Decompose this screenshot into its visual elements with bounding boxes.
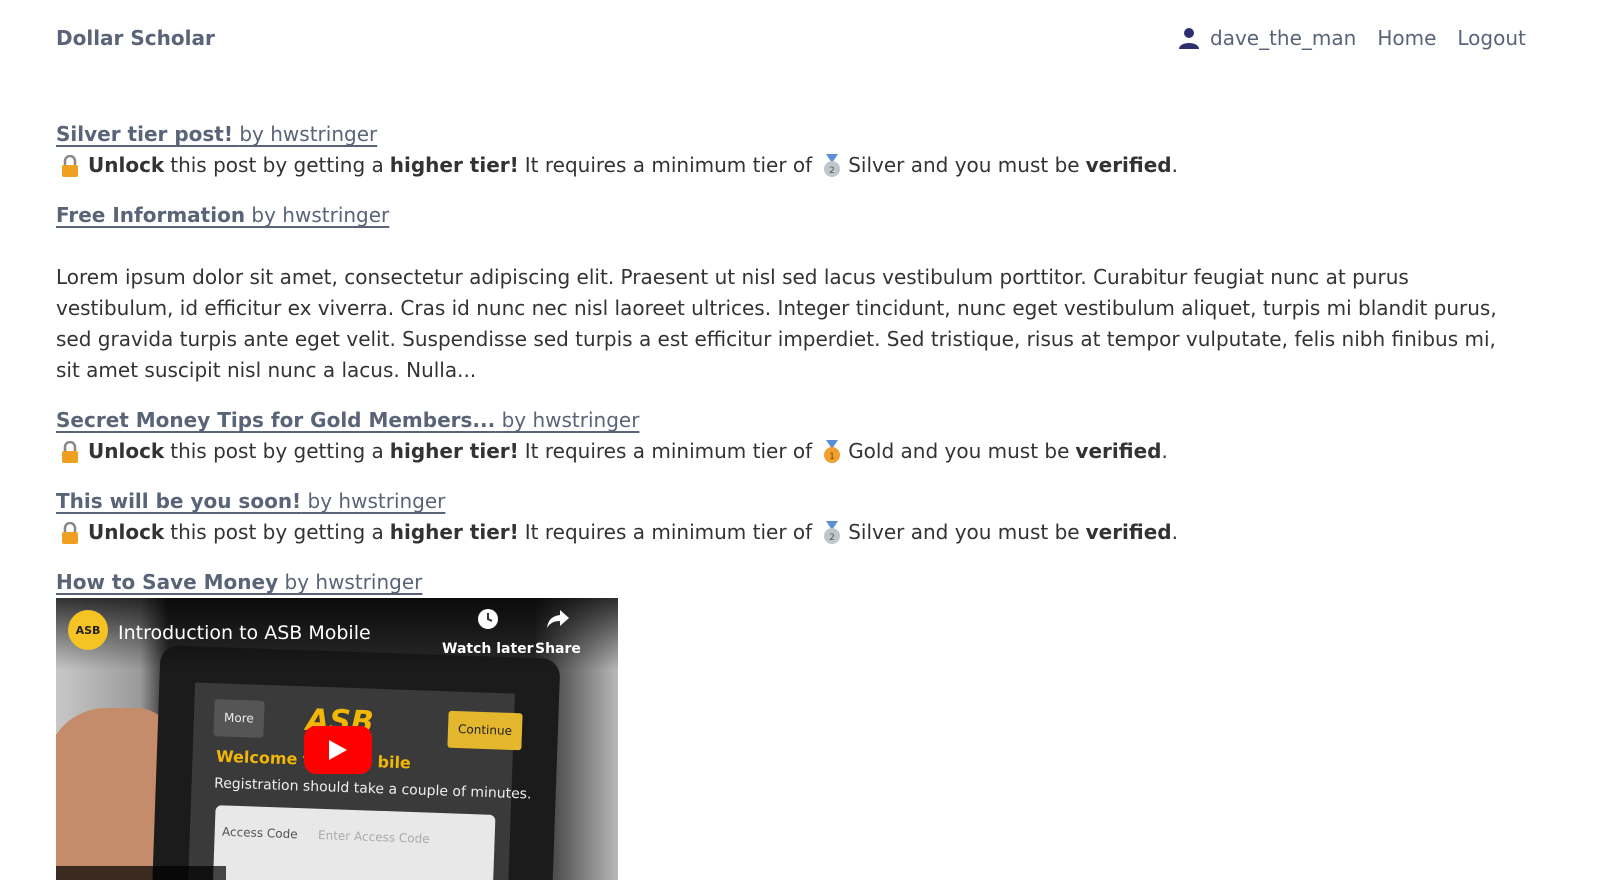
post-title: Silver tier post! [56, 122, 233, 146]
post-author: by hwstringer [284, 570, 423, 594]
period: . [1171, 520, 1178, 544]
period: . [1161, 439, 1168, 463]
notice-text: It requires a minimum tier of [524, 520, 813, 544]
locked-notice: Unlock this post by getting a higher tie… [56, 517, 1516, 548]
post-author: by hwstringer [251, 203, 390, 227]
svg-text:2: 2 [829, 166, 835, 176]
share-icon [546, 610, 569, 628]
verified-label: verified [1075, 439, 1162, 463]
post-title: This will be you soon! [56, 489, 302, 513]
post-item: Secret Money Tips for Gold Members... by… [56, 405, 1516, 467]
post-item: Free Information by hwstringer Lorem ips… [56, 200, 1516, 386]
tier-name: Gold [848, 439, 895, 463]
post-item: This will be you soon! by hwstringer Unl… [56, 486, 1516, 548]
logout-link[interactable]: Logout [1457, 26, 1525, 50]
notice-text: It requires a minimum tier of [524, 153, 813, 177]
share-label: Share [535, 641, 581, 657]
post-item: How to Save Money by hwstringer More ASB… [56, 567, 1516, 880]
username-link[interactable]: dave_the_man [1210, 26, 1356, 50]
post-author: by hwstringer [307, 489, 446, 513]
video-embed[interactable]: More ASB Continue Welcome to bile Registr… [56, 598, 618, 880]
tier-name: Silver [848, 520, 905, 544]
post-title-link[interactable]: Free Information by hwstringer [56, 203, 389, 227]
channel-logo[interactable]: ASB [68, 610, 108, 650]
post-title-link[interactable]: Silver tier post! by hwstringer [56, 122, 377, 146]
navbar: Dollar Scholar dave_the_man Home Logout [0, 0, 1622, 82]
higher-tier-label: higher tier! [389, 520, 519, 544]
notice-text: this post by getting a [170, 439, 384, 463]
lock-icon [62, 154, 78, 177]
post-title: Free Information [56, 203, 246, 227]
screen-more-label: More [213, 699, 265, 738]
notice-text: this post by getting a [170, 520, 384, 544]
brand-link[interactable]: Dollar Scholar [56, 26, 215, 50]
higher-tier-label: higher tier! [389, 439, 519, 463]
tier-name: Silver [848, 153, 905, 177]
locked-notice: Unlock this post by getting a higher tie… [56, 436, 1516, 467]
post-title-link[interactable]: This will be you soon! by hwstringer [56, 489, 445, 513]
post-title: Secret Money Tips for Gold Members... [56, 408, 496, 432]
lock-icon [62, 521, 78, 544]
watch-later-button[interactable]: Watch later [442, 608, 534, 665]
video-control-bar [56, 866, 226, 880]
screen-access-code-label: Access Code [221, 824, 298, 842]
unlock-label: Unlock [88, 153, 165, 177]
notice-text: It requires a minimum tier of [524, 439, 813, 463]
post-excerpt: Lorem ipsum dolor sit amet, consectetur … [56, 265, 1497, 382]
home-link[interactable]: Home [1377, 26, 1436, 50]
play-icon [329, 740, 347, 760]
share-button[interactable]: Share [535, 608, 581, 665]
unlock-label: Unlock [88, 439, 165, 463]
higher-tier-label: higher tier! [389, 153, 519, 177]
notice-text: and you must be [900, 439, 1070, 463]
post-title-link[interactable]: Secret Money Tips for Gold Members... by… [56, 408, 639, 432]
verified-label: verified [1085, 153, 1172, 177]
svg-text:2: 2 [829, 533, 835, 543]
video-title[interactable]: Introduction to ASB Mobile [118, 618, 371, 649]
notice-text: and you must be [910, 153, 1080, 177]
screen-welcome-tail: bile [377, 752, 412, 773]
post-title: How to Save Money [56, 570, 279, 594]
notice-text: and you must be [910, 520, 1080, 544]
post-author: by hwstringer [239, 122, 378, 146]
unlock-label: Unlock [88, 520, 165, 544]
verified-label: verified [1085, 520, 1172, 544]
user-icon [1179, 28, 1199, 49]
screen-continue-label: Continue [447, 710, 523, 751]
post-list: Silver tier post! by hwstringer Unlock t… [56, 119, 1516, 880]
period: . [1171, 153, 1178, 177]
post-title-link[interactable]: How to Save Money by hwstringer [56, 570, 422, 594]
notice-text: this post by getting a [170, 153, 384, 177]
post-author: by hwstringer [501, 408, 640, 432]
nav-right: dave_the_man Home Logout [1178, 26, 1526, 50]
locked-notice: Unlock this post by getting a higher tie… [56, 150, 1516, 181]
watch-later-label: Watch later [442, 641, 534, 657]
clock-icon [477, 609, 498, 629]
screen-access-code-placeholder: Enter Access Code [317, 828, 430, 846]
svg-text:1: 1 [829, 452, 835, 462]
gold-medal-icon: 1 [824, 439, 841, 463]
play-button[interactable] [304, 726, 372, 774]
post-item: Silver tier post! by hwstringer Unlock t… [56, 119, 1516, 181]
silver-medal-icon: 2 [824, 520, 841, 544]
lock-icon [62, 440, 78, 463]
silver-medal-icon: 2 [824, 153, 841, 177]
